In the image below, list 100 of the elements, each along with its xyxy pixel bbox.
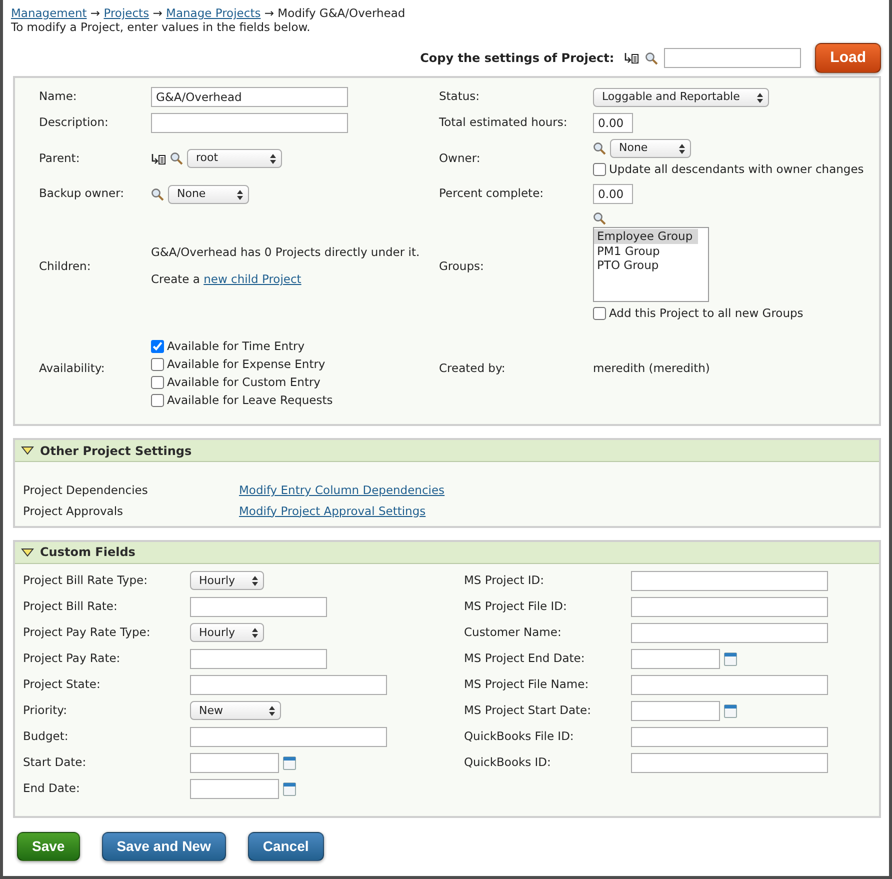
owner-dropdown[interactable]: None <box>610 139 691 158</box>
checkbox-label: Available for Leave Requests <box>167 392 333 410</box>
field-label: Percent complete: <box>439 185 545 202</box>
calendar-icon[interactable] <box>283 782 296 796</box>
project-search-field[interactable] <box>664 48 802 68</box>
checkbox-label: Available for Custom Entry <box>167 374 320 392</box>
field-label: Description: <box>39 114 110 132</box>
calendar-icon[interactable] <box>724 704 737 718</box>
text-field[interactable] <box>631 570 828 591</box>
text-field[interactable] <box>631 622 828 643</box>
dropdown[interactable]: New <box>190 701 281 720</box>
children-text: G&A/Overhead has 0 Projects directly under it. <box>151 244 421 261</box>
section-header[interactable]: Other Project Settings <box>15 440 879 462</box>
updown-arrows-icon[interactable] <box>679 144 685 154</box>
triangle-icon[interactable] <box>21 446 34 456</box>
updown-arrows-icon[interactable] <box>252 576 258 586</box>
search-icon[interactable] <box>170 152 183 165</box>
text-field[interactable] <box>631 752 828 773</box>
breadcrumb-link[interactable]: Projects <box>104 6 150 20</box>
calendar-icon[interactable] <box>283 756 296 770</box>
field-label: MS Project Start Date: <box>464 702 592 720</box>
checkbox[interactable] <box>151 376 164 389</box>
text-field[interactable] <box>631 596 828 617</box>
settings-link[interactable]: Modify Entry Column Dependencies <box>239 483 445 498</box>
hierarchy-icon[interactable] <box>151 152 166 164</box>
field-label: Project Pay Rate Type: <box>23 624 152 642</box>
checkbox[interactable] <box>593 162 606 176</box>
number-field[interactable]: 0.00 <box>593 184 633 204</box>
field-label: Status: <box>439 88 481 106</box>
number-field[interactable]: 0.00 <box>593 113 633 133</box>
field-label: Customer Name: <box>464 624 562 642</box>
field-label: Project Pay Rate: <box>23 650 122 668</box>
breadcrumb-link[interactable]: Manage Projects <box>166 6 261 20</box>
breadcrumb-arrow: → <box>90 6 100 20</box>
status-dropdown[interactable]: Loggable and Reportable <box>593 88 769 106</box>
text-field[interactable] <box>151 113 348 133</box>
updown-arrows-icon[interactable] <box>269 706 275 716</box>
updown-arrows-icon[interactable] <box>237 190 243 200</box>
field-label: Start Date: <box>23 754 88 772</box>
setting-label: Project Dependencies <box>23 482 149 500</box>
dropdown[interactable]: Hourly <box>190 571 264 590</box>
triangle-icon[interactable] <box>21 548 34 557</box>
date-field[interactable] <box>190 778 279 799</box>
new-child-link[interactable]: new child Project <box>204 272 302 286</box>
text-field[interactable] <box>190 596 327 617</box>
text-field[interactable] <box>631 726 828 747</box>
load-button[interactable]: Load <box>815 42 881 74</box>
updown-arrows-icon[interactable] <box>757 92 763 102</box>
owner-dropdown[interactable]: None <box>168 184 249 204</box>
updown-arrows-icon[interactable] <box>270 154 276 164</box>
breadcrumb-arrow: → <box>264 6 274 20</box>
breadcrumb-current: Modify G&A/Overhead <box>278 6 406 20</box>
parent-dropdown[interactable]: root <box>187 149 282 168</box>
date-field[interactable] <box>631 700 720 721</box>
action-button[interactable]: Cancel <box>248 832 324 861</box>
field-label: Availability: <box>39 360 106 378</box>
updown-arrows-icon[interactable] <box>252 628 258 638</box>
field-label: QuickBooks ID: <box>464 754 552 772</box>
listbox-option[interactable]: Employee Group <box>594 229 698 244</box>
text-field[interactable] <box>190 648 327 669</box>
search-icon[interactable] <box>593 142 606 155</box>
checkbox[interactable] <box>593 306 606 320</box>
settings-link[interactable]: Modify Project Approval Settings <box>239 504 426 518</box>
calendar-icon[interactable] <box>724 652 737 666</box>
listbox-option[interactable]: PM1 Group <box>594 244 698 258</box>
instructions-text: To modify a Project, enter values in the fields below. <box>11 20 312 34</box>
field-label: Backup owner: <box>39 185 126 202</box>
field-label: Parent: <box>39 150 81 167</box>
field-label: Name: <box>39 88 78 106</box>
breadcrumb-link[interactable]: Management <box>11 6 87 20</box>
search-icon[interactable] <box>593 212 606 226</box>
text-field[interactable]: G&A/Overhead <box>151 87 348 107</box>
text-field[interactable] <box>631 674 828 695</box>
section-title: Other Project Settings <box>40 442 192 460</box>
field-label: QuickBooks File ID: <box>464 728 575 746</box>
checkbox-label: Available for Time Entry <box>167 338 305 356</box>
field-label: Project Bill Rate: <box>23 598 118 616</box>
checkbox[interactable] <box>151 394 164 407</box>
checkbox-label: Update all descendants with owner changes <box>609 161 864 178</box>
action-button[interactable]: Save and New <box>102 832 226 861</box>
date-field[interactable] <box>631 648 720 669</box>
text-field[interactable] <box>190 674 387 695</box>
setting-label: Project Approvals <box>23 502 124 520</box>
search-icon[interactable] <box>645 52 658 64</box>
created-by-value: meredith (meredith) <box>593 361 710 376</box>
field-label: Priority: <box>23 702 68 720</box>
create-child-text: Create a new child Project <box>151 271 302 288</box>
hierarchy-icon[interactable] <box>624 52 640 64</box>
listbox-option[interactable]: PTO Group <box>594 258 698 273</box>
field-label: MS Project End Date: <box>464 650 586 668</box>
dropdown[interactable]: Hourly <box>190 623 264 642</box>
checkbox[interactable] <box>151 358 164 371</box>
checkbox[interactable] <box>151 340 164 353</box>
field-label: Owner: <box>439 150 482 167</box>
date-field[interactable] <box>190 752 279 773</box>
text-field[interactable] <box>190 726 387 747</box>
action-button[interactable]: Save <box>17 832 80 861</box>
section-header[interactable]: Custom Fields <box>15 542 879 564</box>
groups-listbox[interactable]: Employee Group PM1 Group PTO Group <box>593 227 709 302</box>
search-icon[interactable] <box>151 188 164 200</box>
